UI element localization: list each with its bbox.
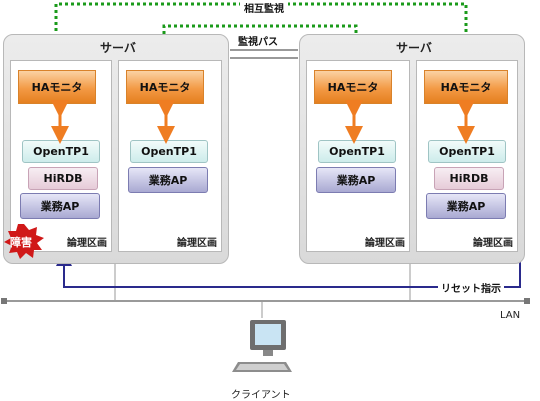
client-computer-icon	[232, 320, 292, 372]
client-label: クライアント	[231, 390, 291, 401]
